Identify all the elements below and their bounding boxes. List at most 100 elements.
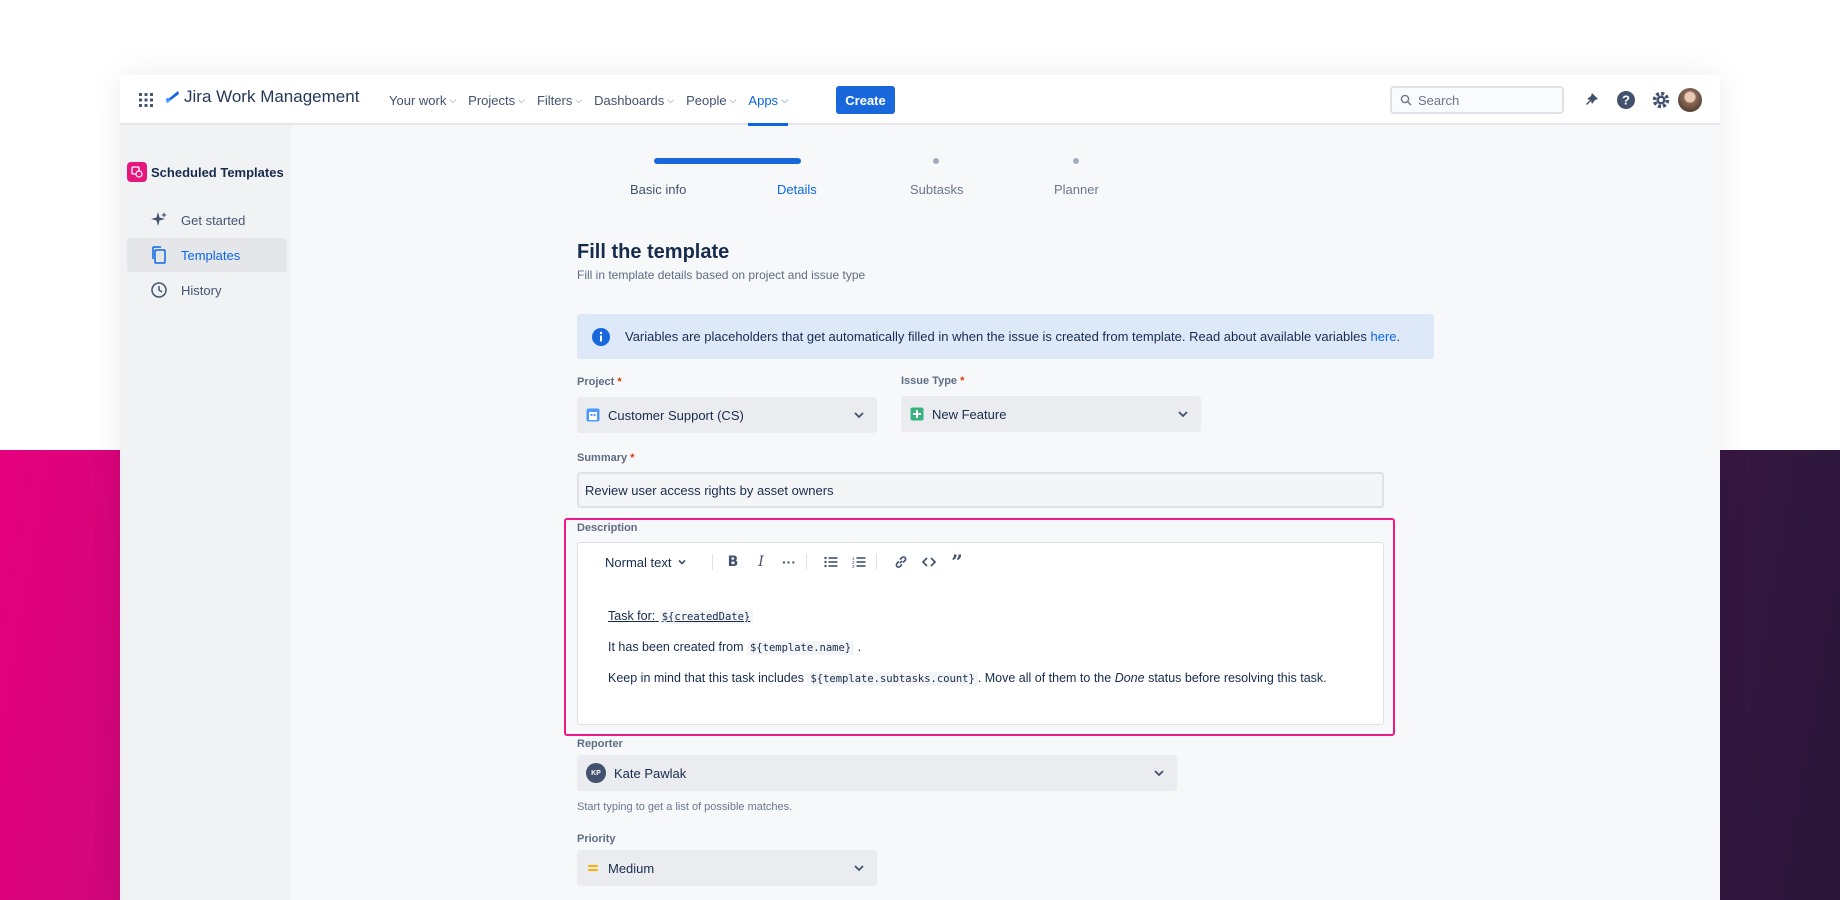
step-details[interactable]: Details bbox=[777, 182, 817, 197]
new-feature-icon bbox=[910, 407, 924, 421]
description-text: It has been created from bbox=[608, 640, 744, 654]
nav-item-dashboards[interactable]: Dashboards ⌵ bbox=[594, 75, 674, 125]
project-label-text: Project bbox=[577, 376, 615, 388]
sidebar-item-label: History bbox=[181, 282, 222, 298]
settings-gear-icon[interactable] bbox=[1650, 89, 1672, 111]
product-logo[interactable]: Jira Work Management bbox=[164, 87, 359, 107]
nav-item-label: Projects bbox=[468, 92, 516, 108]
help-icon[interactable]: ? bbox=[1615, 89, 1637, 111]
nav-item-apps[interactable]: Apps ⌵ bbox=[748, 75, 789, 126]
search-input[interactable]: Search bbox=[1390, 86, 1564, 114]
code-icon[interactable] bbox=[919, 552, 939, 572]
toolbar-divider bbox=[712, 554, 713, 570]
app-window: Jira Work Management Your work ⌵ Projects… bbox=[120, 75, 1720, 900]
bold-icon[interactable]: B bbox=[723, 552, 743, 572]
issue-type-label-text: Issue Type bbox=[901, 375, 958, 387]
text-style-dropdown[interactable]: Normal text bbox=[605, 552, 687, 572]
project-select[interactable]: Customer Support (CS) bbox=[577, 397, 877, 433]
chevron-down-icon: ⌵ bbox=[449, 94, 457, 105]
info-banner: Variables are placeholders that get auto… bbox=[577, 314, 1434, 359]
sidebar-item-label: Get started bbox=[181, 212, 246, 228]
priority-select[interactable]: Medium bbox=[577, 850, 877, 886]
description-editor[interactable]: Normal text B I ··· 123 ” Task for: ${cr… bbox=[577, 542, 1384, 725]
product-name: Jira Work Management bbox=[184, 87, 360, 106]
clock-icon bbox=[151, 282, 167, 298]
project-avatar-icon bbox=[586, 408, 600, 422]
description-text: . Move all of them to the bbox=[977, 671, 1112, 685]
nav-item-label: People bbox=[686, 92, 727, 108]
summary-input[interactable]: Review user access rights by asset owner… bbox=[577, 472, 1384, 508]
issue-type-select[interactable]: New Feature bbox=[901, 396, 1201, 432]
more-formatting-icon[interactable]: ··· bbox=[779, 552, 799, 572]
reporter-hint: Start typing to get a list of possible m… bbox=[577, 801, 793, 813]
step-progress-bar bbox=[654, 158, 801, 164]
sidebar-item-templates[interactable]: Templates bbox=[127, 238, 287, 272]
user-avatar[interactable] bbox=[1678, 88, 1702, 112]
toolbar-divider bbox=[876, 554, 877, 570]
sidebar-title: Scheduled Templates bbox=[151, 164, 284, 180]
nav-item-filters[interactable]: Filters ⌵ bbox=[537, 75, 582, 125]
description-line-3: Keep in mind that this task includes ${t… bbox=[608, 671, 1327, 686]
variable-chip: ${createdDate} bbox=[658, 610, 754, 624]
chevron-down-icon: ⌵ bbox=[667, 94, 675, 105]
italic-icon[interactable]: I bbox=[751, 552, 771, 572]
jira-work-management-logo-icon bbox=[165, 91, 179, 103]
variable-chip: ${template.subtasks.count} bbox=[807, 672, 978, 686]
nav-item-people[interactable]: People ⌵ bbox=[686, 75, 736, 125]
priority-value: Medium bbox=[608, 860, 655, 876]
page-subtitle: Fill in template details based on projec… bbox=[577, 268, 866, 282]
nav-item-projects[interactable]: Projects ⌵ bbox=[468, 75, 525, 125]
chevron-down-icon: ⌵ bbox=[781, 94, 788, 105]
nav-item-label: Filters bbox=[536, 92, 573, 108]
reporter-label: Reporter bbox=[577, 738, 623, 750]
step-dot-subtasks bbox=[933, 158, 939, 164]
chevron-down-icon bbox=[854, 412, 864, 419]
nav-item-your-work[interactable]: Your work ⌵ bbox=[389, 75, 456, 125]
summary-label: Summary * bbox=[577, 452, 634, 464]
copy-icon bbox=[152, 246, 166, 264]
nav-menu: Your work ⌵ Projects ⌵ Filters ⌵ Dashboards… bbox=[389, 75, 800, 126]
project-label: Project * bbox=[577, 376, 622, 388]
step-basic-info[interactable]: Basic info bbox=[630, 182, 686, 197]
numbered-list-icon[interactable]: 123 bbox=[849, 552, 869, 572]
chevron-down-icon bbox=[854, 865, 864, 872]
chevron-down-icon: ⌵ bbox=[729, 94, 737, 105]
page-title: Fill the template bbox=[577, 241, 730, 263]
description-line-1: Task for: ${createdDate} bbox=[608, 609, 754, 624]
required-marker: * bbox=[960, 375, 965, 387]
required-marker: * bbox=[630, 452, 635, 464]
description-label: Description bbox=[577, 522, 638, 534]
step-subtasks[interactable]: Subtasks bbox=[910, 182, 963, 197]
notifications-icon[interactable] bbox=[1580, 89, 1602, 111]
sidebar-app-title: Scheduled Templates bbox=[127, 162, 284, 182]
project-value: Customer Support (CS) bbox=[608, 407, 744, 423]
summary-label-text: Summary bbox=[577, 452, 628, 464]
nav-item-label: Apps bbox=[748, 92, 779, 108]
chevron-down-icon bbox=[1178, 411, 1188, 418]
info-banner-text: Variables are placeholders that get auto… bbox=[625, 329, 1400, 344]
bullet-list-icon[interactable] bbox=[821, 552, 841, 572]
sidebar-item-history[interactable]: History bbox=[127, 273, 287, 307]
app-switcher-icon[interactable] bbox=[138, 92, 154, 108]
editor-toolbar: Normal text B I ··· 123 ” bbox=[578, 543, 1383, 581]
create-button[interactable]: Create bbox=[836, 86, 895, 114]
sidebar-item-get-started[interactable]: Get started bbox=[127, 203, 287, 237]
search-icon bbox=[1400, 94, 1412, 106]
quote-icon[interactable]: ” bbox=[947, 550, 967, 574]
step-planner[interactable]: Planner bbox=[1054, 182, 1099, 197]
variables-docs-link[interactable]: here bbox=[1371, 329, 1397, 344]
description-text: Keep in mind that this task includes bbox=[608, 671, 804, 685]
link-icon[interactable] bbox=[891, 552, 911, 572]
reporter-avatar: KP bbox=[586, 763, 606, 783]
chevron-down-icon bbox=[678, 559, 687, 565]
search-placeholder: Search bbox=[1418, 92, 1460, 108]
sidebar-item-label: Templates bbox=[181, 247, 241, 263]
chevron-down-icon: ⌵ bbox=[575, 94, 583, 105]
reporter-select[interactable]: KP Kate Pawlak bbox=[577, 755, 1177, 791]
description-text: status before resolving this task. bbox=[1148, 671, 1327, 685]
step-dot-planner bbox=[1073, 158, 1079, 164]
svg-text:3: 3 bbox=[852, 564, 855, 568]
variable-chip: ${template.name} bbox=[746, 641, 855, 655]
priority-medium-icon bbox=[588, 865, 598, 871]
nav-item-label: Your work bbox=[389, 92, 447, 108]
